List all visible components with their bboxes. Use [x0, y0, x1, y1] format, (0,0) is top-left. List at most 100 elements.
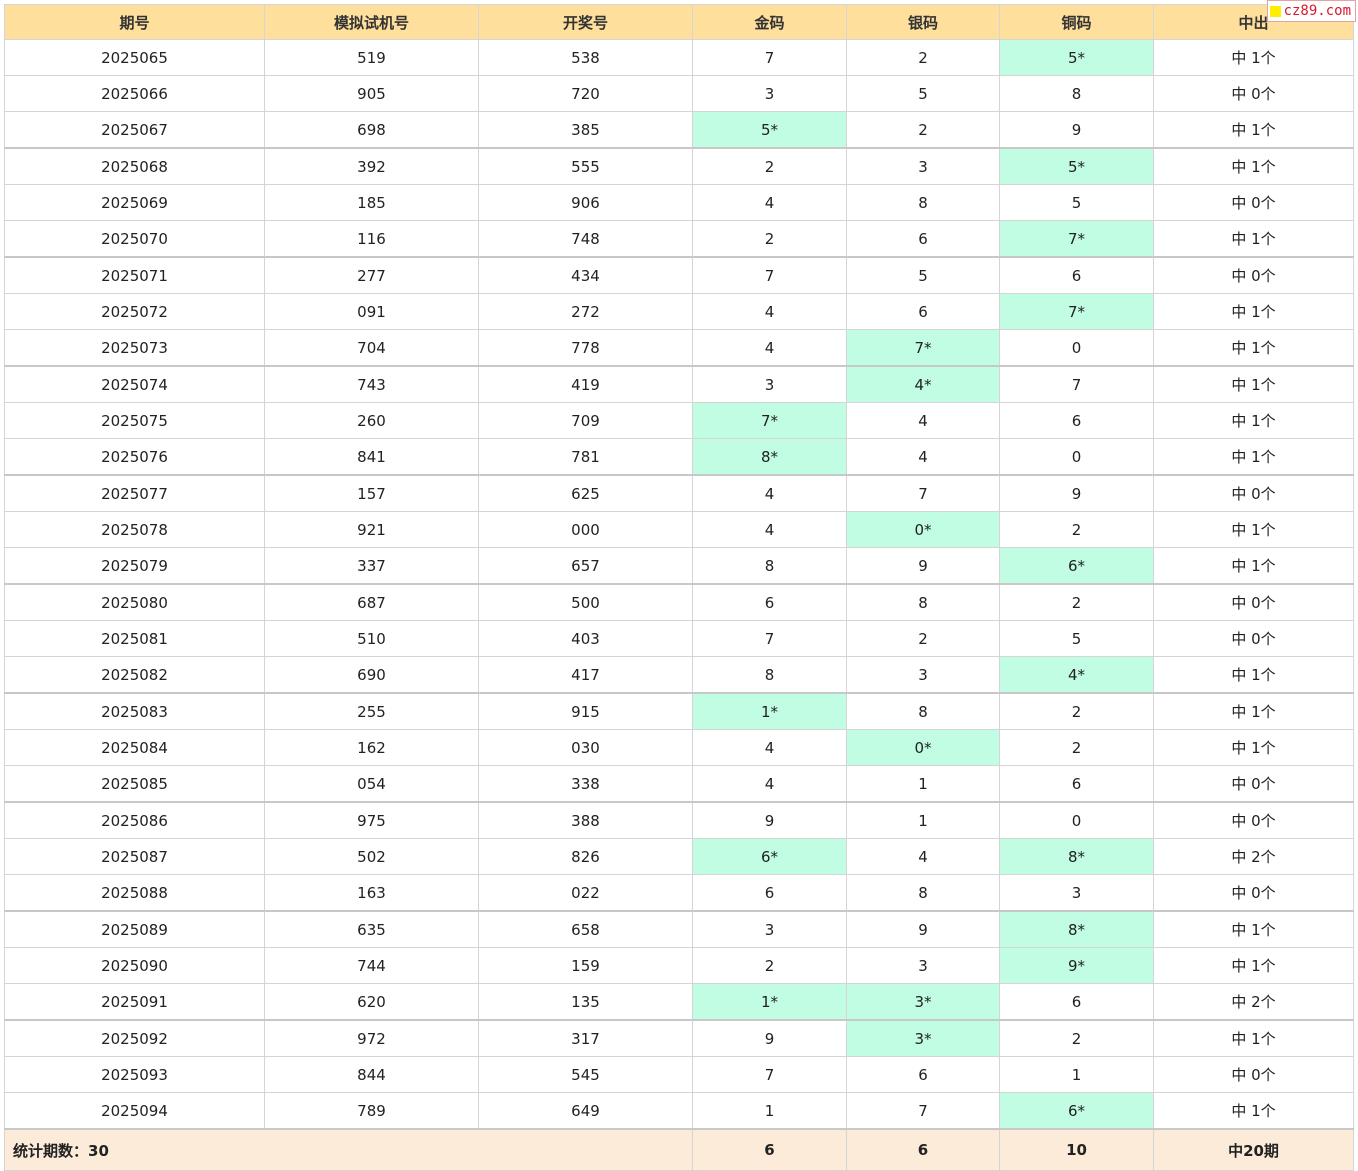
stats-table: 期号 模拟试机号 开奖号 金码 银码 铜码 中出 2025065 519 538 7 2… [4, 4, 1354, 1171]
cell-bronze: 7* [999, 220, 1154, 258]
cell-draw-number: 658 [478, 910, 693, 948]
cell-draw-number: 159 [478, 947, 693, 984]
cell-period: 2025094 [4, 1092, 265, 1130]
cell-bronze: 6 [999, 765, 1154, 803]
cell-gold: 4 [692, 293, 847, 330]
cell-bronze: 2 [999, 583, 1154, 621]
cell-silver: 6 [846, 293, 1000, 330]
cell-draw-number: 657 [478, 547, 693, 585]
cell-bronze: 3 [999, 874, 1154, 912]
cell-bronze: 6 [999, 256, 1154, 294]
cell-gold: 9 [692, 801, 847, 839]
col-header-gold: 金码 [692, 4, 847, 40]
cell-sim-number: 091 [264, 293, 479, 330]
col-header-silver: 银码 [846, 4, 1000, 40]
cell-silver: 6 [846, 1056, 1000, 1093]
cell-draw-number: 915 [478, 692, 693, 730]
cell-silver: 3 [846, 147, 1000, 185]
cell-result: 中 1个 [1153, 947, 1354, 984]
cell-gold: 6* [692, 838, 847, 875]
cell-result: 中 1个 [1153, 402, 1354, 439]
table-row: 2025073 704 778 4 7* 0 中 1个 [4, 329, 1354, 367]
cell-result: 中 1个 [1153, 365, 1354, 403]
table-row: 2025075 260 709 7* 4 6 中 1个 [4, 402, 1354, 439]
table-row: 2025066 905 720 3 5 8 中 0个 [4, 75, 1354, 112]
cell-result: 中 1个 [1153, 729, 1354, 766]
cell-bronze: 6 [999, 402, 1154, 439]
table-row: 2025085 054 338 4 1 6 中 0个 [4, 765, 1354, 803]
cell-silver: 2 [846, 620, 1000, 657]
table-row: 2025080 687 500 6 8 2 中 0个 [4, 583, 1354, 621]
cell-result: 中 2个 [1153, 983, 1354, 1021]
cell-silver: 1 [846, 801, 1000, 839]
cell-sim-number: 392 [264, 147, 479, 185]
cell-sim-number: 277 [264, 256, 479, 294]
table-row: 2025078 921 000 4 0* 2 中 1个 [4, 511, 1354, 548]
cell-draw-number: 826 [478, 838, 693, 875]
table-row: 2025089 635 658 3 9 8* 中 1个 [4, 910, 1354, 948]
cell-bronze: 6* [999, 547, 1154, 585]
cell-result: 中 0个 [1153, 1056, 1354, 1093]
cell-bronze: 5 [999, 184, 1154, 221]
cell-result: 中 1个 [1153, 547, 1354, 585]
cell-result: 中 1个 [1153, 220, 1354, 258]
cell-silver: 6 [846, 220, 1000, 258]
table-row: 2025092 972 317 9 3* 2 中 1个 [4, 1019, 1354, 1057]
watermark-square-icon [1269, 5, 1281, 17]
cell-bronze: 0 [999, 438, 1154, 476]
table-row: 2025072 091 272 4 6 7* 中 1个 [4, 293, 1354, 330]
cell-bronze: 2 [999, 511, 1154, 548]
cell-draw-number: 403 [478, 620, 693, 657]
cell-bronze: 0 [999, 329, 1154, 367]
cell-period: 2025077 [4, 474, 265, 512]
cell-draw-number: 419 [478, 365, 693, 403]
cell-draw-number: 022 [478, 874, 693, 912]
cell-sim-number: 337 [264, 547, 479, 585]
cell-bronze: 9 [999, 474, 1154, 512]
cell-period: 2025073 [4, 329, 265, 367]
cell-result: 中 0个 [1153, 256, 1354, 294]
cell-gold: 9 [692, 1019, 847, 1057]
cell-period: 2025071 [4, 256, 265, 294]
cell-result: 中 0个 [1153, 874, 1354, 912]
cell-silver: 9 [846, 910, 1000, 948]
summary-silver-total: 6 [846, 1128, 1000, 1171]
cell-sim-number: 255 [264, 692, 479, 730]
cell-bronze: 4* [999, 656, 1154, 694]
cell-result: 中 1个 [1153, 1092, 1354, 1130]
table-body: 2025065 519 538 7 2 5* 中 1个 2025066 905 720 3 5 8 中 0… [4, 39, 1354, 1130]
cell-period: 2025093 [4, 1056, 265, 1093]
cell-draw-number: 385 [478, 111, 693, 149]
cell-gold: 7 [692, 1056, 847, 1093]
table-row: 2025070 116 748 2 6 7* 中 1个 [4, 220, 1354, 258]
table-row: 2025088 163 022 6 8 3 中 0个 [4, 874, 1354, 912]
cell-sim-number: 157 [264, 474, 479, 512]
cell-result: 中 0个 [1153, 184, 1354, 221]
cell-draw-number: 434 [478, 256, 693, 294]
cell-period: 2025090 [4, 947, 265, 984]
cell-silver: 7* [846, 329, 1000, 367]
cell-sim-number: 905 [264, 75, 479, 112]
cell-silver: 2 [846, 111, 1000, 149]
cell-period: 2025086 [4, 801, 265, 839]
cell-draw-number: 625 [478, 474, 693, 512]
cell-bronze: 7* [999, 293, 1154, 330]
cell-result: 中 0个 [1153, 620, 1354, 657]
cell-bronze: 5 [999, 620, 1154, 657]
cell-silver: 8 [846, 583, 1000, 621]
cell-sim-number: 163 [264, 874, 479, 912]
cell-sim-number: 975 [264, 801, 479, 839]
cell-bronze: 6 [999, 983, 1154, 1021]
cell-draw-number: 417 [478, 656, 693, 694]
cell-period: 2025083 [4, 692, 265, 730]
table-row: 2025091 620 135 1* 3* 6 中 2个 [4, 983, 1354, 1021]
cell-silver: 8 [846, 692, 1000, 730]
cell-bronze: 1 [999, 1056, 1154, 1093]
summary-bronze-total: 10 [999, 1128, 1154, 1171]
cell-period: 2025080 [4, 583, 265, 621]
cell-draw-number: 538 [478, 39, 693, 76]
cell-sim-number: 635 [264, 910, 479, 948]
cell-gold: 3 [692, 75, 847, 112]
cell-draw-number: 649 [478, 1092, 693, 1130]
table-row: 2025077 157 625 4 7 9 中 0个 [4, 474, 1354, 512]
